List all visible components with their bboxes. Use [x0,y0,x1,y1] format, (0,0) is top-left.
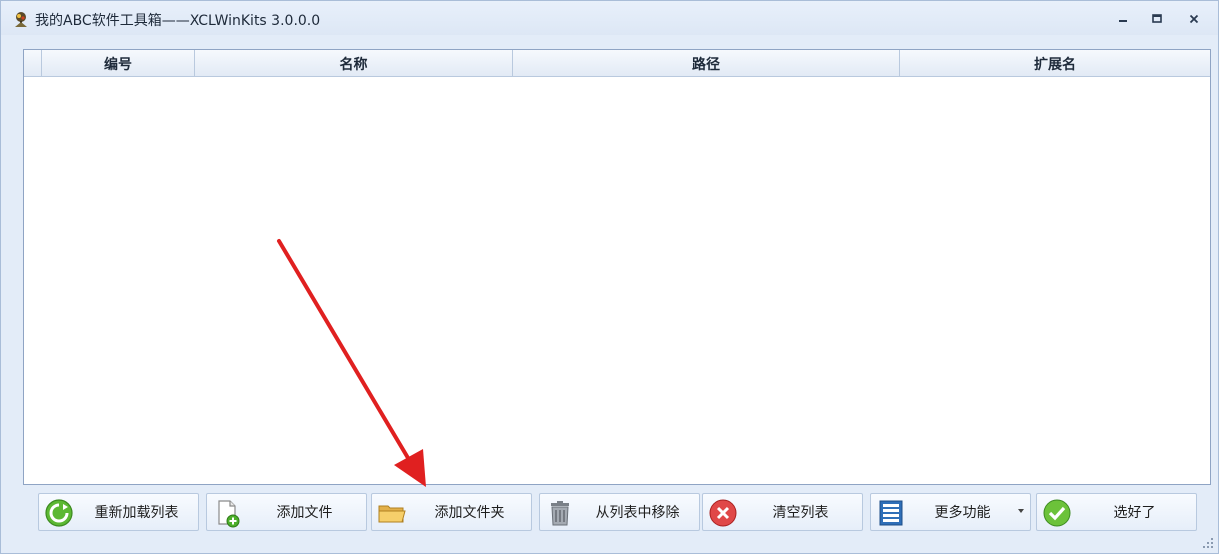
main-window: 我的ABC软件工具箱——XCLWinKits 3.0.0.0 编号 名称 路径 … [0,0,1219,554]
minimize-icon [1119,20,1127,22]
reload-list-label: 重新加载列表 [94,505,179,521]
column-header-path[interactable]: 路径 [513,50,900,77]
close-icon [1189,14,1199,24]
app-logo-icon [15,12,27,27]
row-indicator-header [24,50,42,77]
done-button[interactable]: 选好了 [1036,493,1197,531]
window-title: 我的ABC软件工具箱——XCLWinKits 3.0.0.0 [35,13,321,29]
clear-icon [709,499,737,527]
grid-header: 编号 名称 路径 扩展名 [24,50,1210,77]
remove-from-list-button[interactable]: 从列表中移除 [539,493,700,531]
check-icon [1043,499,1071,527]
column-header-number[interactable]: 编号 [42,50,195,77]
folder-icon [378,505,406,523]
add-folder-button[interactable]: 添加文件夹 [371,493,532,531]
clear-list-label: 清空列表 [772,505,829,521]
add-file-label: 添加文件 [276,505,333,521]
chevron-down-icon[interactable] [1018,509,1024,513]
add-file-button[interactable]: 添加文件 [206,493,367,531]
clear-list-button[interactable]: 清空列表 [702,493,863,531]
title-bar[interactable]: 我的ABC软件工具箱——XCLWinKits 3.0.0.0 [1,1,1218,35]
list-icon [879,500,903,526]
resize-grip-icon[interactable] [1202,537,1214,549]
reload-list-button[interactable]: 重新加载列表 [38,493,199,531]
close-button[interactable] [1184,10,1204,28]
remove-from-list-label: 从列表中移除 [595,505,680,521]
add-file-icon [218,500,240,528]
minimize-button[interactable] [1113,10,1133,28]
maximize-icon [1152,14,1162,23]
refresh-icon [45,499,73,527]
done-label: 选好了 [1113,505,1156,521]
more-functions-dropdown[interactable]: 更多功能 [870,493,1031,531]
trash-icon [551,501,569,526]
maximize-button[interactable] [1147,10,1167,28]
more-functions-label: 更多功能 [934,505,991,521]
column-header-name[interactable]: 名称 [195,50,513,77]
add-folder-label: 添加文件夹 [434,505,505,521]
column-header-extension[interactable]: 扩展名 [900,50,1210,77]
file-list-grid[interactable]: 编号 名称 路径 扩展名 [23,49,1211,485]
